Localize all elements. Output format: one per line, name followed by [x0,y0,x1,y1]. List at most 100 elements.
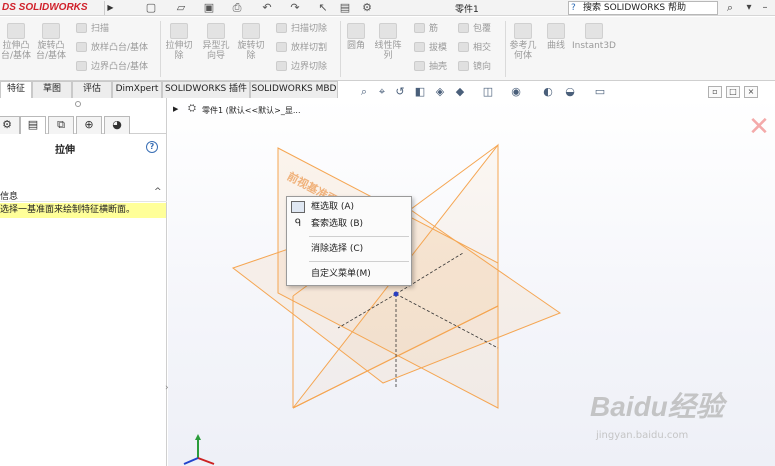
box-select-icon [291,201,305,213]
tab-features[interactable]: 特征 [0,81,32,98]
minimize-icon[interactable]: – [758,0,772,16]
boundary-cut-button[interactable]: 边界切除 [276,61,327,73]
display-manager-tab-icon[interactable]: ◕ [104,116,130,134]
zoom-to-area-icon[interactable]: ⌖ [374,84,390,100]
loft-icon [76,42,87,52]
sweep-label: 扫描 [91,24,110,34]
swept-cut-button[interactable]: 扫描切除 [276,23,327,35]
section-view-icon[interactable]: ◧ [412,84,428,100]
search-icon[interactable]: ⌕ [720,1,740,15]
tree-expand-icon[interactable]: ▶ [173,105,178,113]
property-manager-tab-icon[interactable]: ▤ [20,116,46,134]
hole-wizard-button[interactable]: 异型孔 向导 [199,23,233,61]
redo-icon[interactable]: ↷ [284,1,306,15]
help-search-placeholder: 搜索 SOLIDWORKS 帮助 [583,3,686,13]
edit-appearance-icon[interactable]: ◐ [540,84,556,100]
menu-item-lasso-select[interactable]: ᑫ 套索选取 (B) [287,216,411,232]
tab-evaluate[interactable]: 评估 [72,81,112,98]
save-icon[interactable]: ▣ [198,1,220,15]
lasso-select-icon: ᑫ [294,218,302,229]
instant3d-label: Instant3D [572,41,616,51]
toolbar-separator [505,21,506,77]
revolve-cut-icon [242,23,260,39]
dynamic-annotation-icon[interactable]: ◈ [432,84,448,100]
rib-button[interactable]: 筋 [414,23,438,35]
configuration-manager-tab-icon[interactable]: ⧉ [48,116,74,134]
print-icon[interactable]: ⎙ [226,1,248,15]
tab-solidworks-mbd[interactable]: SOLIDWORKS MBD [250,81,338,98]
lofted-cut-icon [276,42,287,52]
rebuild-icon[interactable]: ▤ [334,1,356,15]
tab-sketch[interactable]: 草图 [32,81,72,98]
sweep-button[interactable]: 扫描 [76,23,109,35]
display-style-icon[interactable]: ◫ [480,84,496,100]
view-settings-icon[interactable]: ▭ [592,84,608,100]
wrap-icon [458,23,469,33]
panel-grip-icon[interactable] [75,101,81,107]
property-manager-title: 拉伸 [55,145,75,156]
reference-geometry-button[interactable]: 参考几 何体 [507,23,539,61]
lofted-cut-label: 放样切割 [291,43,328,53]
close-icon[interactable]: ✕ [746,114,772,140]
collapse-caret-icon[interactable]: ^ [154,187,162,197]
document-title: 零件1 [455,5,479,15]
close-window-icon[interactable]: × [744,86,758,98]
restore-window-icon[interactable]: ▫ [708,86,722,98]
wrap-button[interactable]: 包覆 [458,23,491,35]
flyout-feature-tree[interactable]: 零件1 (默认<<默认>_显... [202,105,301,116]
extrude-boss-icon [7,23,25,39]
view-orientation-icon[interactable]: ◆ [452,84,468,100]
new-document-icon[interactable]: ▢ [140,1,162,15]
tab-solidworks-addins[interactable]: SOLIDWORKS 插件 [162,81,250,98]
dimxpert-manager-tab-icon[interactable]: ⊕ [76,116,102,134]
previous-view-icon[interactable]: ↺ [392,84,408,100]
curves-label: 曲线 [546,41,565,51]
boundary-boss-button[interactable]: 边界凸台/基体 [76,61,148,73]
coordinate-triad-icon [183,434,215,465]
help-search-input[interactable]: ? 搜索 SOLIDWORKS 帮助 [568,1,718,15]
tab-dimxpert[interactable]: DimXpert [112,81,162,98]
revolve-cut-label: 旋转切 除 [237,41,265,61]
shell-icon [414,61,425,71]
apply-scene-icon[interactable]: ◒ [562,84,578,100]
revolve-boss-button[interactable]: 旋转凸 台/基体 [34,23,68,61]
menu-item-clear-selection[interactable]: 消除选择 (C) [287,241,411,257]
zoom-to-fit-icon[interactable]: ⌕ [356,84,372,100]
part-icon: ⛭ [188,103,196,114]
linear-pattern-button[interactable]: 线性阵 列 [372,23,404,61]
menu-item-box-select[interactable]: 框选取 (A) [287,199,411,215]
undo-icon[interactable]: ↶ [256,1,278,15]
loft-boss-button[interactable]: 放样凸台/基体 [76,42,148,54]
hide-show-items-icon[interactable]: ◉ [508,84,524,100]
config-text: (默认<<默认>_显... [225,106,301,115]
draft-label: 拔模 [429,43,448,53]
maximize-window-icon[interactable]: □ [726,86,740,98]
origin-marker [393,291,399,297]
curves-button[interactable]: 曲线 [542,23,570,51]
boundary-boss-label: 边界凸台/基体 [91,62,149,72]
open-icon[interactable]: ▱ [170,1,192,15]
extrude-boss-label: 拉伸凸 台/基体 [0,41,32,61]
extrude-cut-button[interactable]: 拉伸切 除 [163,23,195,61]
instant3d-button[interactable]: Instant3D [572,23,616,51]
account-icon[interactable]: ▾ [742,0,756,16]
options-gear-icon[interactable]: ⚙ [356,1,378,15]
menu-expand-icon[interactable]: ▶ [104,1,116,15]
select-icon[interactable]: ↖ [312,1,334,15]
curves-icon [547,23,565,39]
lofted-cut-button[interactable]: 放样切割 [276,42,327,54]
mirror-button[interactable]: 镜向 [458,61,491,73]
revolve-cut-button[interactable]: 旋转切 除 [235,23,267,61]
feature-manager-tab-icon[interactable]: ⚙ [0,116,20,134]
intersect-button[interactable]: 相交 [458,42,491,54]
extrude-boss-button[interactable]: 拉伸凸 台/基体 [0,23,32,61]
extrude-cut-label: 拉伸切 除 [165,41,193,61]
draft-button[interactable]: 拔模 [414,42,447,54]
shell-button[interactable]: 抽壳 [414,61,447,73]
menu-item-customize-menu[interactable]: 自定义菜单(M) [287,266,411,282]
menu-item-label: 框选取 (A) [311,202,355,212]
help-icon[interactable]: ? [146,141,158,153]
solidworks-logo[interactable]: DS SOLIDWORKS [2,1,102,15]
toolbar-separator [160,21,161,77]
fillet-button[interactable]: 圆角 [342,23,370,51]
